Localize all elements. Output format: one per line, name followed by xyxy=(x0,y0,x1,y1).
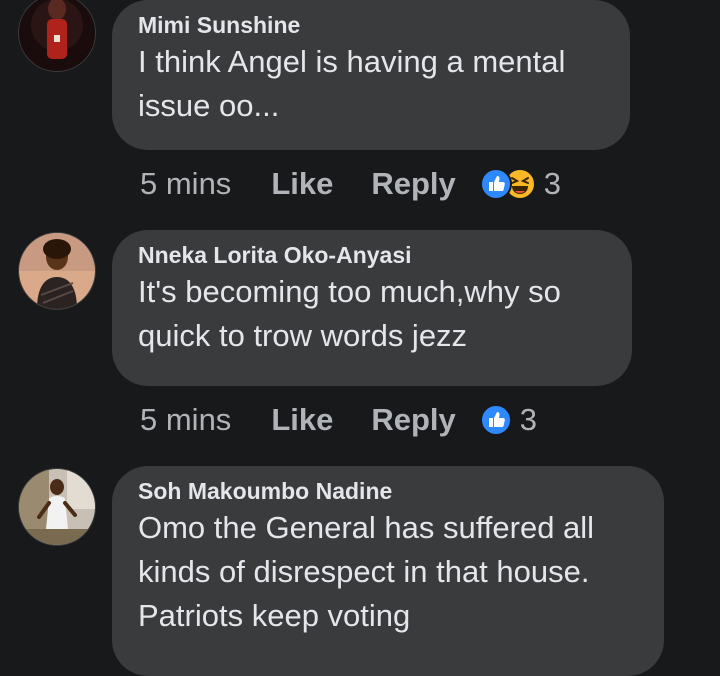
reply-button[interactable]: Reply xyxy=(371,402,455,438)
comment-text: quick to trow words jezz xyxy=(138,318,468,353)
avatar[interactable] xyxy=(18,468,96,546)
comment-text: issue oo... xyxy=(138,88,280,123)
comment-author[interactable]: Soh Makoumbo Nadine xyxy=(138,476,638,506)
reactions-summary[interactable]: 3 xyxy=(479,166,562,202)
reply-button[interactable]: Reply xyxy=(371,166,455,202)
comment-text: Patriots keep voting xyxy=(138,598,411,633)
comment-text: I think Angel is having a mental xyxy=(138,44,566,79)
comment-actions: 5 mins Like Reply 3 xyxy=(140,164,561,204)
comment-bubble: Mimi Sunshine I think Angel is having a … xyxy=(112,0,630,150)
comment-author[interactable]: Mimi Sunshine xyxy=(138,10,604,40)
comment-bubble: Soh Makoumbo Nadine Omo the General has … xyxy=(112,466,664,676)
like-button[interactable]: Like xyxy=(271,166,333,202)
comment-author[interactable]: Nneka Lorita Oko-Anyasi xyxy=(138,240,606,270)
comment-time[interactable]: 5 mins xyxy=(140,166,231,202)
reaction-count: 3 xyxy=(543,166,562,201)
avatar[interactable] xyxy=(18,232,96,310)
reactions-summary[interactable]: 3 xyxy=(479,402,538,438)
comment-actions: 5 mins Like Reply 3 xyxy=(140,400,537,440)
like-icon xyxy=(479,168,512,200)
like-button[interactable]: Like xyxy=(271,402,333,438)
reaction-count: 3 xyxy=(519,402,538,437)
like-icon xyxy=(479,404,512,436)
comment-time[interactable]: 5 mins xyxy=(140,402,231,438)
comment-text: Omo the General has suffered all xyxy=(138,510,595,545)
comment-bubble: Nneka Lorita Oko-Anyasi It's becoming to… xyxy=(112,230,632,386)
avatar[interactable] xyxy=(18,0,96,72)
comment-text: kinds of disrespect in that house. xyxy=(138,554,590,589)
comment-text: It's becoming too much,why so xyxy=(138,274,561,309)
